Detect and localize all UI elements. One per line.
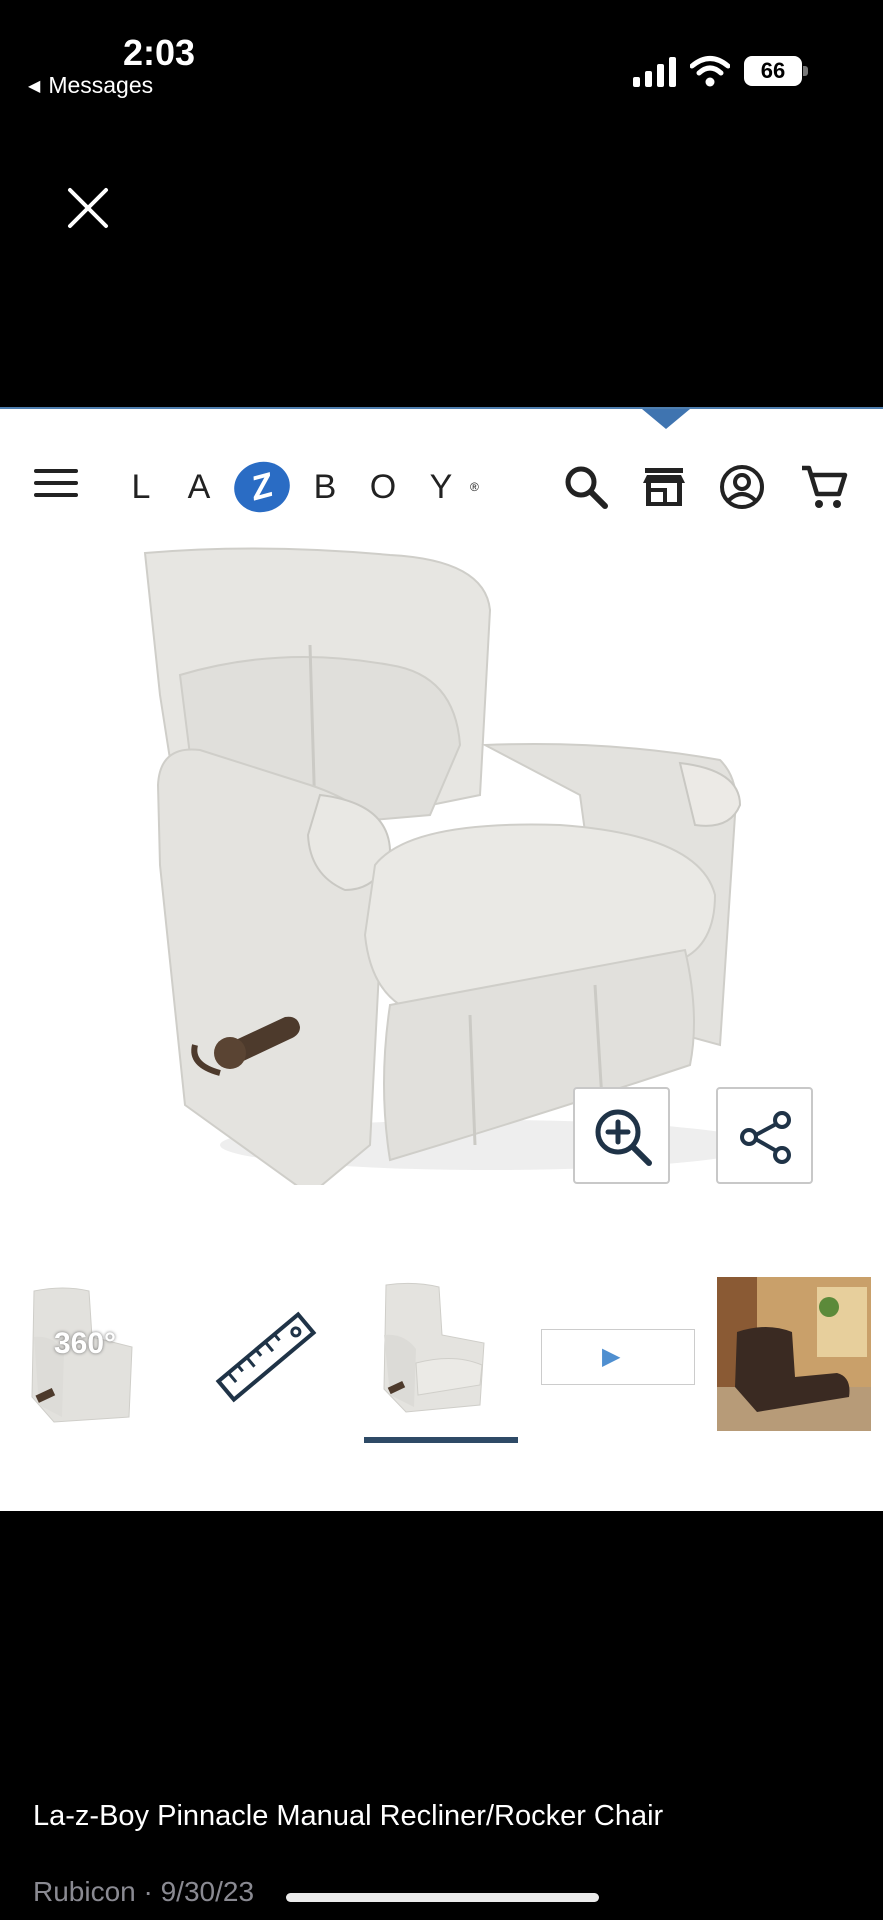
thumb-video[interactable]: ▶ — [541, 1329, 695, 1385]
zoom-in-button[interactable] — [573, 1087, 670, 1184]
store-icon[interactable] — [640, 463, 688, 511]
cellular-signal-icon — [633, 57, 676, 87]
status-time: 2:03 — [123, 32, 196, 73]
thumb-selected-indicator — [364, 1437, 518, 1443]
back-label: Messages — [48, 72, 154, 98]
battery-indicator: 66 — [744, 56, 802, 86]
logo-letter: L — [131, 467, 151, 506]
ruler-icon — [215, 1311, 317, 1403]
zoom-in-icon — [595, 1109, 652, 1166]
video-placeholder-icon: ▶ — [602, 1343, 621, 1370]
site-header: L A Z B O Y ® — [0, 447, 883, 519]
home-indicator[interactable] — [286, 1893, 599, 1902]
thumb-chair-image — [383, 1282, 485, 1413]
preview-top-line — [0, 407, 883, 409]
thumb-dimensions[interactable] — [189, 1277, 343, 1437]
share-button[interactable] — [716, 1087, 813, 1184]
logo-letter: O — [369, 467, 397, 506]
message-link-title[interactable]: La-z-Boy Pinnacle Manual Recliner/Rocker… — [33, 1800, 663, 1833]
wifi-icon — [690, 56, 730, 87]
logo-letter: B — [313, 467, 337, 506]
menu-icon[interactable] — [34, 469, 78, 499]
share-icon — [740, 1111, 791, 1164]
thumbnail-strip: 360° ▶ — [0, 1277, 883, 1447]
logo-letter: Y — [429, 467, 453, 506]
preview-caret — [642, 409, 690, 429]
thumb-room[interactable] — [717, 1277, 871, 1431]
logo-z-badge: Z — [228, 455, 296, 519]
thumb-chair[interactable] — [364, 1277, 518, 1437]
search-icon[interactable] — [562, 463, 610, 511]
battery-nub — [803, 66, 808, 76]
back-arrow-icon: ◀ — [28, 77, 41, 95]
thumb-360[interactable]: 360° — [14, 1277, 168, 1437]
thumb-360-label: 360° — [54, 1327, 117, 1360]
message-link-meta: Rubicon · 9/30/23 — [33, 1876, 255, 1907]
cart-icon[interactable] — [800, 463, 848, 511]
account-icon[interactable] — [718, 463, 766, 511]
web-page-preview[interactable]: L A Z B O Y ® 360° ▶ — [0, 407, 883, 1511]
back-to-messages-link[interactable]: ◀ Messages — [28, 72, 153, 99]
room-photo-image — [717, 1277, 871, 1431]
status-bar: 2:03 ◀ Messages 66 — [0, 0, 883, 110]
logo-letter: A — [187, 467, 211, 506]
close-icon[interactable] — [64, 184, 112, 232]
logo-registered-mark: ® — [470, 480, 479, 494]
lazboy-logo[interactable]: L A Z B O Y ® — [112, 455, 479, 519]
